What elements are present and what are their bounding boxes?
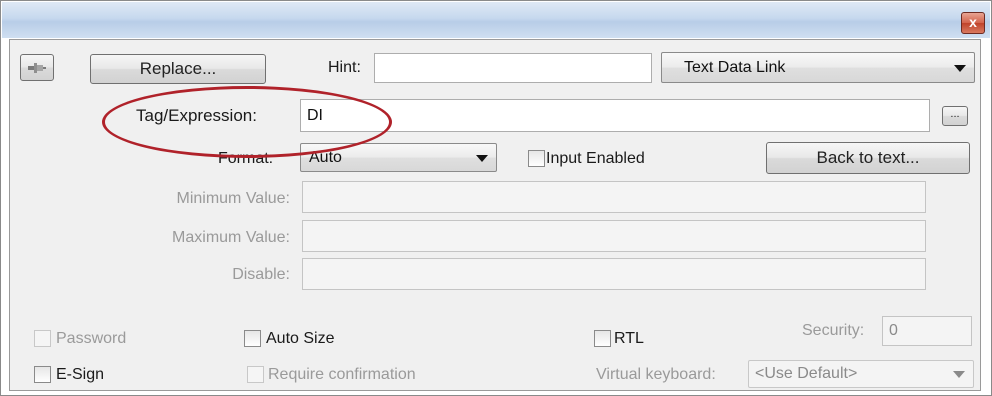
chevron-down-icon — [954, 64, 966, 72]
minimum-value-input[interactable] — [302, 181, 926, 213]
maximum-value-input[interactable] — [302, 220, 926, 252]
pin-icon — [28, 63, 46, 73]
browse-button-label: ... — [950, 108, 960, 120]
hint-input[interactable] — [374, 53, 652, 83]
virtual-keyboard-select[interactable]: <Use Default> — [748, 360, 974, 388]
back-to-text-label: Back to text... — [816, 148, 920, 167]
rtl-label: RTL — [614, 330, 644, 347]
hint-label: Hint: — [328, 59, 361, 76]
auto-size-label: Auto Size — [266, 330, 335, 347]
back-to-text-button[interactable]: Back to text... — [766, 142, 970, 174]
rtl-checkbox[interactable] — [594, 330, 611, 347]
auto-size-checkbox[interactable] — [244, 330, 261, 347]
esign-label: E-Sign — [56, 366, 105, 383]
chevron-down-icon — [476, 154, 488, 162]
password-checkbox[interactable] — [34, 330, 51, 347]
disable-label: Disable: — [232, 266, 290, 283]
replace-button[interactable]: Replace... — [90, 54, 266, 84]
link-type-select[interactable]: Text Data Link — [661, 52, 975, 83]
maximum-value-label: Maximum Value: — [172, 229, 290, 246]
require-confirmation-checkbox[interactable] — [247, 366, 264, 383]
properties-panel: Replace... Hint: Text Data Link Tag/Expr… — [9, 39, 981, 391]
replace-button-label: Replace... — [139, 59, 217, 78]
disable-input[interactable] — [302, 258, 926, 290]
chevron-down-icon — [953, 371, 965, 378]
security-label: Security: — [802, 322, 865, 339]
highlight-ellipse — [102, 86, 392, 158]
input-enabled-label: Input Enabled — [546, 150, 645, 167]
input-enabled-checkbox[interactable] — [528, 150, 545, 167]
dialog-window: x Replace... Hint: Text Data Link Tag/Ex… — [0, 0, 992, 396]
browse-button[interactable]: ... — [942, 106, 968, 126]
minimum-value-label: Minimum Value: — [176, 190, 290, 207]
virtual-keyboard-selected: <Use Default> — [755, 365, 858, 382]
password-label: Password — [56, 330, 127, 347]
pin-button[interactable] — [20, 54, 54, 81]
require-confirmation-label: Require confirmation — [268, 366, 416, 383]
close-icon: x — [969, 14, 977, 30]
virtual-keyboard-label: Virtual keyboard: — [596, 366, 716, 383]
security-input[interactable]: 0 — [882, 316, 972, 346]
esign-checkbox[interactable] — [34, 366, 51, 383]
close-button[interactable]: x — [961, 12, 985, 34]
link-type-selected: Text Data Link — [684, 59, 786, 76]
title-bar[interactable]: x — [2, 2, 990, 38]
tag-expression-input[interactable]: DI — [300, 99, 930, 132]
